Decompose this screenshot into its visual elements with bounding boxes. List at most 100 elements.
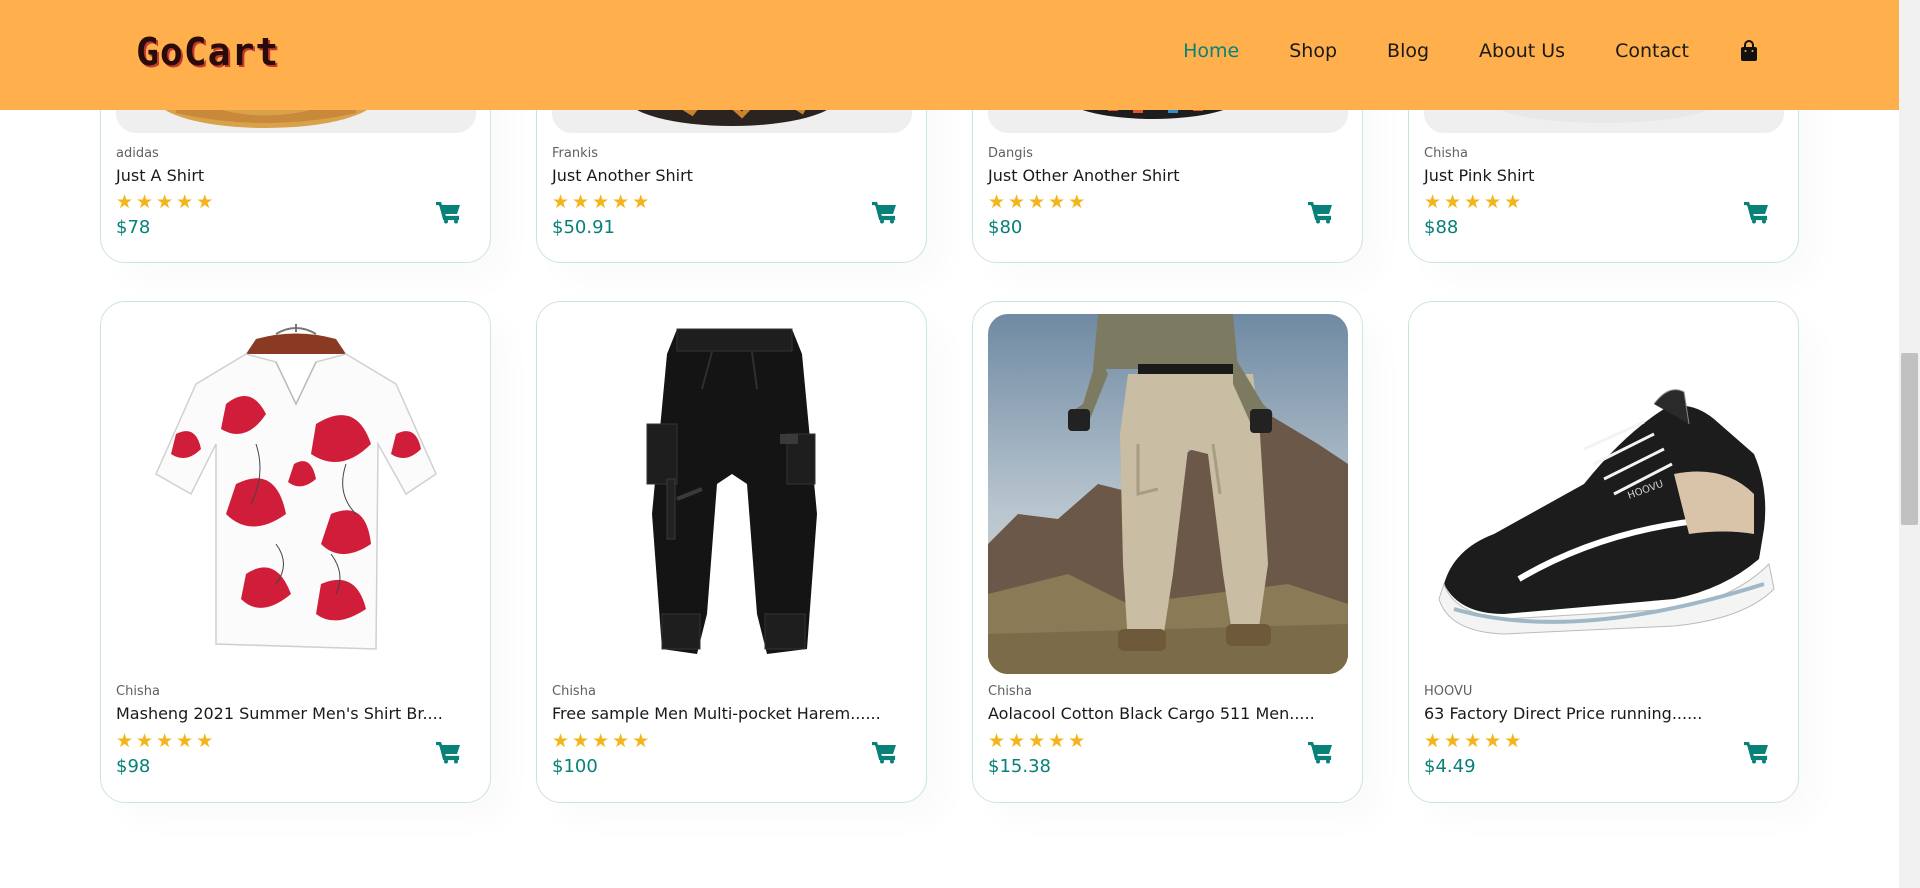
product-title[interactable]: Just Pink Shirt xyxy=(1424,166,1534,185)
product-image[interactable]: HOOVU xyxy=(1424,314,1784,674)
star-icon: ★ xyxy=(552,730,570,752)
rating-stars: ★ ★ ★ ★ ★ xyxy=(988,732,1088,751)
nav-about-us[interactable]: About Us xyxy=(1479,40,1565,62)
cart-icon[interactable] xyxy=(436,740,462,764)
star-icon: ★ xyxy=(1484,191,1502,213)
product-grid: adidas Just A Shirt ★ ★ ★ ★ ★ $78 Frankis Ju… xyxy=(0,0,1899,888)
star-icon: ★ xyxy=(988,730,1006,752)
nav-home[interactable]: Home xyxy=(1183,40,1239,62)
star-icon: ★ xyxy=(196,730,214,752)
cart-icon[interactable] xyxy=(436,200,462,224)
star-icon: ★ xyxy=(196,191,214,213)
product-price: $100 xyxy=(552,756,598,777)
star-icon: ★ xyxy=(1484,730,1502,752)
product-brand: Frankis xyxy=(552,146,598,161)
product-price: $80 xyxy=(988,217,1023,238)
star-icon: ★ xyxy=(592,191,610,213)
product-title[interactable]: Aolacool Cotton Black Cargo 511 Men..... xyxy=(988,704,1315,723)
rating-stars: ★ ★ ★ ★ ★ xyxy=(552,732,652,751)
nav-blog[interactable]: Blog xyxy=(1387,40,1429,62)
product-image[interactable] xyxy=(988,314,1348,674)
nav-shop[interactable]: Shop xyxy=(1289,40,1337,62)
cart-icon[interactable] xyxy=(1744,200,1770,224)
star-icon: ★ xyxy=(1444,730,1462,752)
product-brand: Chisha xyxy=(1424,146,1468,161)
star-icon: ★ xyxy=(176,730,194,752)
product-title[interactable]: Just Other Another Shirt xyxy=(988,166,1179,185)
product-title[interactable]: Free sample Men Multi-pocket Harem...... xyxy=(552,704,881,723)
star-icon: ★ xyxy=(1008,730,1026,752)
product-brand: HOOVU xyxy=(1424,684,1473,699)
product-image[interactable] xyxy=(552,314,912,674)
product-price: $4.49 xyxy=(1424,756,1476,777)
star-icon: ★ xyxy=(156,191,174,213)
rating-stars: ★ ★ ★ ★ ★ xyxy=(116,193,216,212)
cart-icon[interactable] xyxy=(872,740,898,764)
star-icon: ★ xyxy=(1028,191,1046,213)
product-title[interactable]: Just Another Shirt xyxy=(552,166,693,185)
product-brand: Chisha xyxy=(988,684,1032,699)
star-icon: ★ xyxy=(1504,730,1522,752)
star-icon: ★ xyxy=(156,730,174,752)
product-brand: Dangis xyxy=(988,146,1033,161)
product-card[interactable]: Chisha Free sample Men Multi-pocket Hare… xyxy=(536,301,927,803)
star-icon: ★ xyxy=(176,191,194,213)
scrollbar-thumb[interactable] xyxy=(1901,353,1918,525)
rating-stars: ★ ★ ★ ★ ★ xyxy=(988,193,1088,212)
rating-stars: ★ ★ ★ ★ ★ xyxy=(116,732,216,751)
product-brand: Chisha xyxy=(116,684,160,699)
star-icon: ★ xyxy=(572,191,590,213)
star-icon: ★ xyxy=(552,191,570,213)
star-icon: ★ xyxy=(572,730,590,752)
star-icon: ★ xyxy=(612,191,630,213)
star-icon: ★ xyxy=(1048,730,1066,752)
site-header: GoCart Home Shop Blog About Us Contact xyxy=(0,0,1899,110)
star-icon: ★ xyxy=(116,730,134,752)
star-icon: ★ xyxy=(988,191,1006,213)
star-icon: ★ xyxy=(1424,191,1442,213)
star-icon: ★ xyxy=(136,730,154,752)
nav-contact[interactable]: Contact xyxy=(1615,40,1689,62)
shopping-bag-icon[interactable] xyxy=(1739,40,1759,62)
star-icon: ★ xyxy=(1068,191,1086,213)
product-price: $50.91 xyxy=(552,217,615,238)
star-icon: ★ xyxy=(1068,730,1086,752)
cart-icon[interactable] xyxy=(1744,740,1770,764)
product-price: $78 xyxy=(116,217,151,238)
star-icon: ★ xyxy=(1464,730,1482,752)
star-icon: ★ xyxy=(116,191,134,213)
star-icon: ★ xyxy=(632,191,650,213)
product-title[interactable]: Just A Shirt xyxy=(116,166,204,185)
rating-stars: ★ ★ ★ ★ ★ xyxy=(552,193,652,212)
product-title[interactable]: Masheng 2021 Summer Men's Shirt Br.... xyxy=(116,704,443,723)
cart-icon[interactable] xyxy=(1308,740,1334,764)
product-image[interactable] xyxy=(116,314,476,674)
star-icon: ★ xyxy=(592,730,610,752)
product-price: $88 xyxy=(1424,217,1459,238)
scrollbar[interactable] xyxy=(1899,0,1920,888)
logo[interactable]: GoCart xyxy=(136,30,279,74)
star-icon: ★ xyxy=(612,730,630,752)
star-icon: ★ xyxy=(1464,191,1482,213)
cart-icon[interactable] xyxy=(872,200,898,224)
star-icon: ★ xyxy=(1008,191,1026,213)
star-icon: ★ xyxy=(1444,191,1462,213)
product-card[interactable]: HOOVU HOOVU 63 Factory Direct Price runn… xyxy=(1408,301,1799,803)
cart-icon[interactable] xyxy=(1308,200,1334,224)
main-nav: Home Shop Blog About Us Contact xyxy=(1133,40,1759,62)
product-brand: Chisha xyxy=(552,684,596,699)
product-card[interactable]: Chisha Aolacool Cotton Black Cargo 511 M… xyxy=(972,301,1363,803)
star-icon: ★ xyxy=(136,191,154,213)
product-card[interactable]: Chisha Masheng 2021 Summer Men's Shirt B… xyxy=(100,301,491,803)
star-icon: ★ xyxy=(632,730,650,752)
star-icon: ★ xyxy=(1048,191,1066,213)
star-icon: ★ xyxy=(1504,191,1522,213)
star-icon: ★ xyxy=(1028,730,1046,752)
rating-stars: ★ ★ ★ ★ ★ xyxy=(1424,193,1524,212)
product-price: $15.38 xyxy=(988,756,1051,777)
product-brand: adidas xyxy=(116,146,159,161)
rating-stars: ★ ★ ★ ★ ★ xyxy=(1424,732,1524,751)
product-price: $98 xyxy=(116,756,151,777)
star-icon: ★ xyxy=(1424,730,1442,752)
product-title[interactable]: 63 Factory Direct Price running...... xyxy=(1424,704,1702,723)
